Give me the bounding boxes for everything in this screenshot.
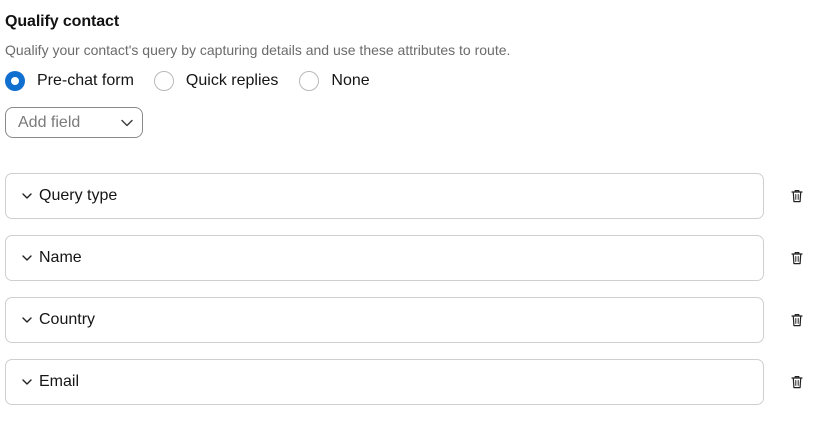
field-row-label: Name [39, 249, 82, 266]
radio-button[interactable] [153, 71, 174, 91]
delete-country-button[interactable] [789, 311, 805, 329]
qualify-mode-radio-group: Pre-chat form Quick replies None [5, 70, 370, 92]
radio-option-quick-replies[interactable]: Quick replies [153, 71, 279, 91]
trash-icon [791, 376, 803, 389]
field-row-country[interactable]: Country [5, 297, 764, 343]
chevron-down-icon [121, 119, 133, 127]
radio-label: Pre-chat form [37, 72, 134, 89]
field-row-name[interactable]: Name [5, 235, 764, 281]
section-title: Qualify contact [5, 13, 120, 30]
chevron-down-icon[interactable] [21, 376, 33, 388]
field-row-query-type[interactable]: Query type [5, 173, 764, 219]
delete-query-type-button[interactable] [789, 187, 805, 205]
radio-label: None [331, 72, 370, 89]
chevron-down-icon[interactable] [21, 252, 33, 264]
field-row-label: Country [39, 311, 96, 328]
radio-option-none[interactable]: None [299, 71, 370, 91]
radio-option-pre-chat-form[interactable]: Pre-chat form [5, 71, 134, 91]
radio-button-checked[interactable] [5, 71, 25, 91]
chevron-down-icon[interactable] [21, 314, 33, 326]
chevron-down-icon[interactable] [21, 190, 33, 202]
trash-icon [791, 190, 803, 203]
add-field-placeholder: Add field [18, 113, 81, 131]
radio-button[interactable] [299, 71, 320, 91]
trash-icon [791, 252, 803, 265]
section-description: Qualify your contact's query by capturin… [5, 42, 511, 58]
radio-label: Quick replies [185, 72, 279, 89]
trash-icon [791, 314, 803, 327]
field-row-label: Query type [39, 187, 118, 204]
delete-name-button[interactable] [789, 249, 805, 267]
field-row-label: Email [39, 373, 80, 390]
field-row-email[interactable]: Email [5, 359, 764, 405]
delete-email-button[interactable] [789, 373, 805, 391]
add-field-dropdown[interactable]: Add field [5, 107, 143, 138]
